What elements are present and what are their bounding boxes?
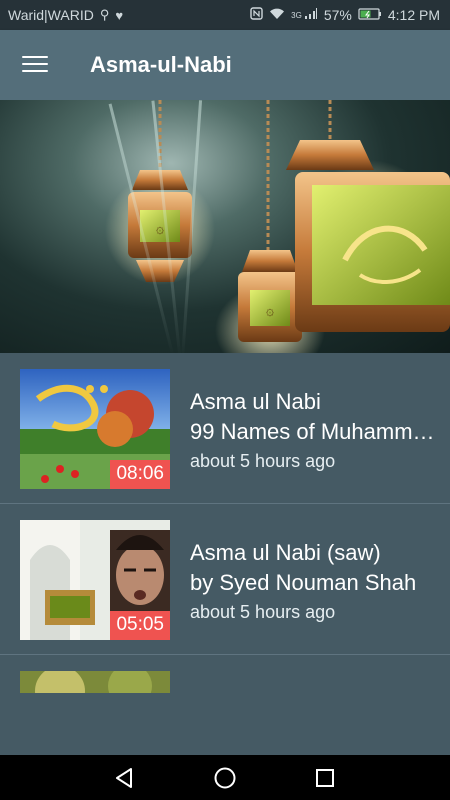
duration-badge: 05:05 — [110, 611, 170, 640]
clock: 4:12 PM — [387, 7, 440, 23]
video-thumbnail[interactable]: 05:05 — [20, 520, 170, 640]
video-title-line-2: by Syed Nouman Shah — [190, 570, 417, 595]
video-title-line-1: Asma ul Nabi — [190, 389, 321, 414]
video-thumbnail[interactable] — [20, 671, 170, 693]
usb-icon: ⚲ — [99, 7, 110, 22]
video-posted-time: about 5 hours ago — [190, 602, 336, 622]
video-list: 08:06 Asma ul Nabi 99 Names of Muhammad … — [0, 353, 450, 693]
battery-charging-icon — [358, 7, 382, 23]
duration-badge: 08:06 — [110, 460, 170, 489]
signal-icon — [304, 7, 318, 23]
status-bar-left: Warid|WARID ⚲ ♥ — [8, 7, 123, 23]
hamburger-menu-icon[interactable] — [22, 56, 48, 76]
video-title-line-1: Asma ul Nabi (saw) — [190, 540, 381, 565]
recents-square-icon[interactable] — [312, 765, 338, 791]
video-thumbnail[interactable]: 08:06 — [20, 369, 170, 489]
status-bar: Warid|WARID ⚲ ♥ 3G 57% 4:12 PM — [0, 0, 450, 30]
status-bar-right: 3G 57% 4:12 PM — [250, 7, 440, 23]
app-toolbar: Asma-ul-Nabi — [0, 30, 450, 100]
video-title-line-2: 99 Names of Muhammad — [190, 419, 435, 444]
wifi-icon — [269, 7, 285, 23]
video-title[interactable]: Asma ul Nabi — [190, 387, 435, 417]
nfc-icon — [250, 7, 263, 23]
page-title: Asma-ul-Nabi — [90, 52, 232, 77]
thumbnail-image — [20, 671, 170, 693]
carrier-label: Warid|WARID — [8, 7, 94, 23]
banner-image: ۞ ۞ — [0, 100, 450, 353]
home-circle-icon[interactable] — [212, 765, 238, 791]
system-navigation-bar — [0, 755, 450, 800]
lantern-artwork: ۞ ۞ — [105, 100, 450, 353]
video-posted-time: about 5 hours ago — [190, 451, 336, 471]
video-title[interactable]: Asma ul Nabi (saw) — [190, 538, 435, 568]
video-subtitle[interactable]: by Syed Nouman Shah — [190, 568, 435, 598]
list-item[interactable]: 08:06 Asma ul Nabi 99 Names of Muhammad … — [0, 353, 450, 504]
battery-percent: 57% — [323, 7, 352, 23]
network-type-label: 3G — [291, 10, 302, 20]
list-item[interactable]: 05:05 Asma ul Nabi (saw) by Syed Nouman … — [0, 504, 450, 655]
svg-text:۞: ۞ — [266, 303, 275, 319]
back-triangle-icon[interactable] — [112, 765, 138, 791]
list-item[interactable] — [0, 655, 450, 693]
video-subtitle[interactable]: 99 Names of Muhammad — [190, 417, 435, 447]
heart-rate-icon: ♥ — [115, 7, 124, 23]
list-footer — [0, 693, 450, 755]
